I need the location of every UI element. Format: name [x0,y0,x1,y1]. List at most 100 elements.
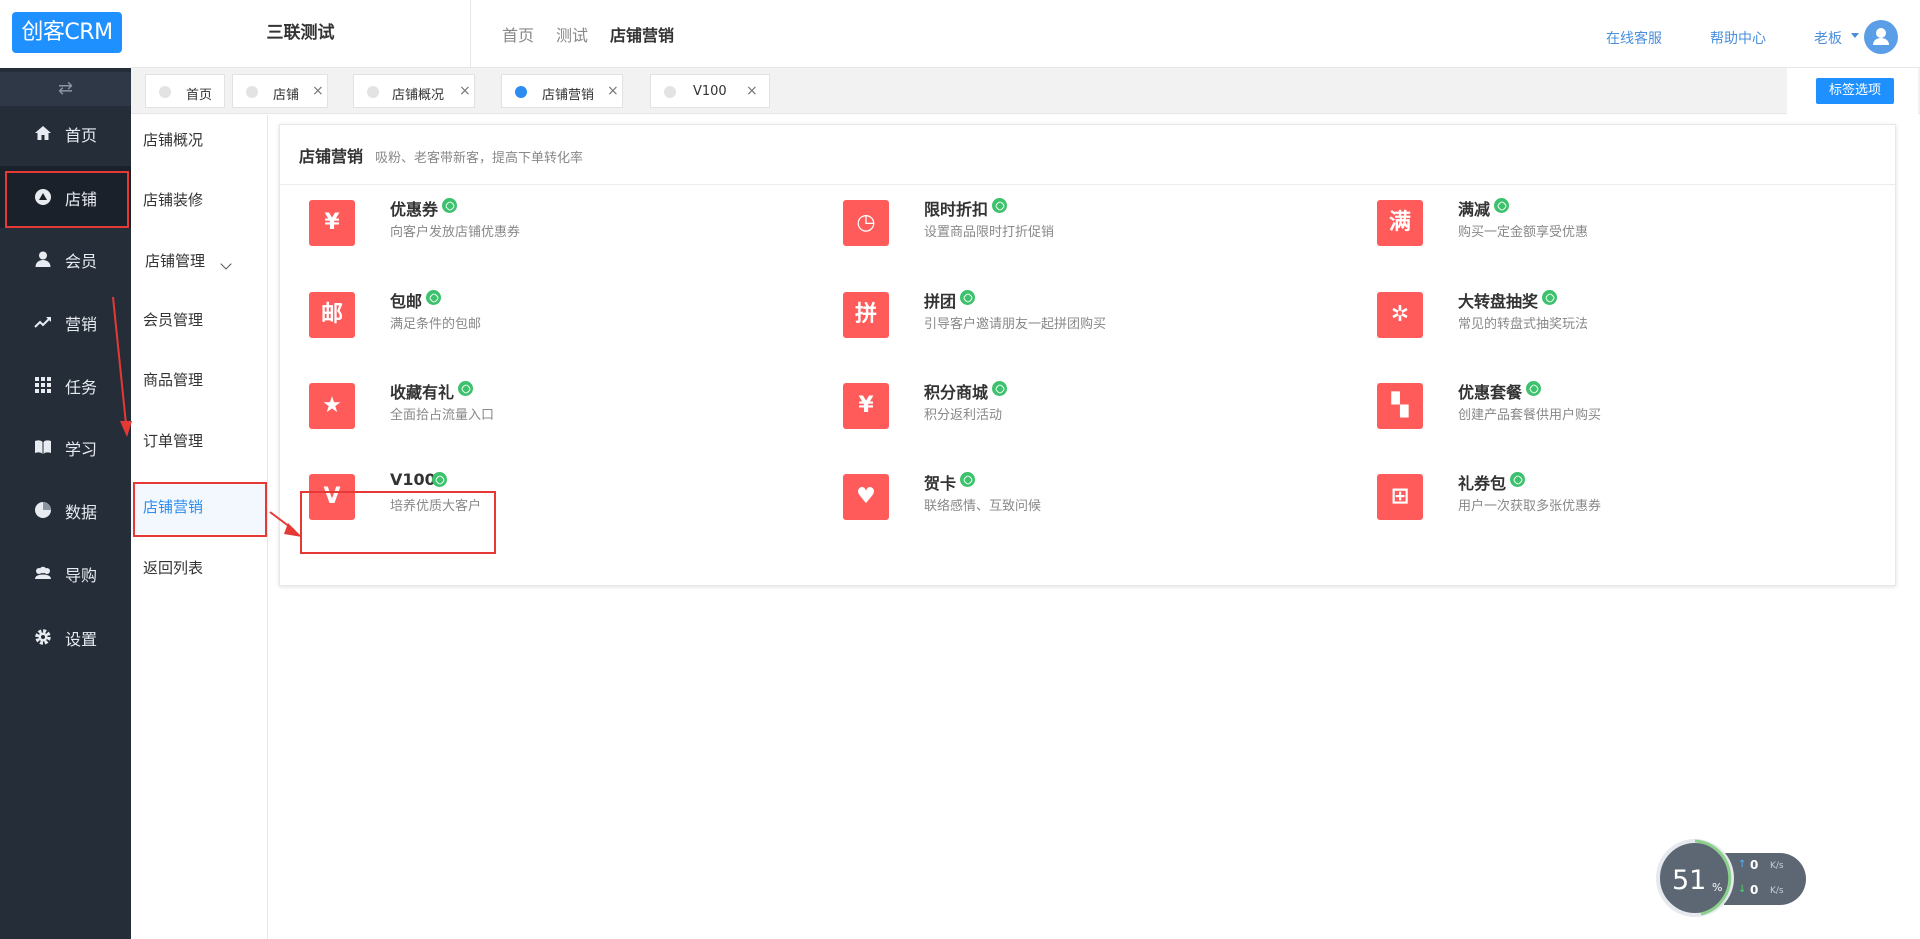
sidebar-item-home[interactable]: 首页 [0,102,131,164]
marketing-card-name[interactable]: 优惠券 [390,196,438,220]
top-header: 三联测试 首页 测试 店铺营销 在线客服 帮助中心 老板 [131,0,1920,68]
marketing-card-description: 创建产品套餐供用户购买 [1458,408,1602,423]
marketing-card-name[interactable]: 包邮 [390,288,422,312]
marketing-card[interactable]: ¥ 积分商城 积分返利活动 [843,375,1183,435]
tab-v100[interactable]: V100 × [650,74,770,108]
online-service-link[interactable]: 在线客服 [1606,28,1662,48]
sidebar-item-data[interactable]: 数据 [0,479,131,541]
greeting-card-icon[interactable]: ♥ [843,474,889,520]
points-bag-icon[interactable]: ¥ [843,383,889,429]
sidebar-item-marketing[interactable]: 营销 [0,291,131,353]
tab-store-overview[interactable]: 店铺概况 × [353,74,475,108]
close-icon[interactable]: × [459,83,471,99]
full-reduction-icon[interactable]: 满 [1377,200,1423,246]
marketing-card-name[interactable]: 贺卡 [924,470,956,494]
submenu-item-store-manage[interactable]: 店铺管理 [131,236,267,288]
sidebar-item-store[interactable]: 店铺 [0,166,131,228]
submenu-item-overview[interactable]: 店铺概况 [131,115,267,167]
link-icon[interactable] [992,381,1007,396]
coupon-icon[interactable]: ¥ [309,200,355,246]
user-name[interactable]: 老板 [1814,28,1842,48]
wheel-icon[interactable]: ✲ [1377,292,1423,338]
submenu-item-back-to-list[interactable]: 返回列表 [131,543,267,595]
tab-store[interactable]: 店铺 × [232,74,328,108]
link-icon[interactable] [960,290,975,305]
link-icon[interactable] [442,198,457,213]
marketing-card[interactable]: ♥ 贺卡联络感情、互致问候 [843,466,1183,526]
submenu-item-decoration[interactable]: 店铺装修 [131,175,267,227]
app-logo[interactable]: 创客CRM [12,12,122,53]
team-icon [35,566,51,579]
breadcrumb-test[interactable]: 测试 [556,22,588,46]
link-icon[interactable] [458,381,473,396]
submenu-item-store-marketing[interactable]: 店铺营销 [131,482,267,534]
marketing-card[interactable]: 满 满减购买一定金额享受优惠 [1377,192,1717,252]
marketing-card[interactable]: ¥ 优惠券 向客户发放店铺优惠券 [309,192,649,252]
marketing-card-name[interactable]: 收藏有礼 [390,379,454,403]
tab-options-button[interactable]: 标签选项 [1816,78,1894,104]
marketing-card-description: 培养优质大客户 [390,499,482,514]
marketing-card[interactable]: ★ 收藏有礼 全面拾占流量入口 [309,375,649,435]
sidebar-item-task[interactable]: 任务 [0,354,131,416]
link-icon[interactable] [426,290,441,305]
home-icon [35,126,51,140]
link-icon[interactable] [1494,198,1509,213]
marketing-card-name[interactable]: 礼券包 [1458,470,1506,494]
link-icon[interactable] [992,198,1007,213]
marketing-card-description: 联络感情、互致问候 [924,499,1042,514]
help-center-link[interactable]: 帮助中心 [1710,28,1766,48]
marketing-card[interactable]: ◷ 限时折扣 设置商品限时打折促销 [843,192,1183,252]
package-icon[interactable]: ▚ [1377,383,1423,429]
tab-store-marketing[interactable]: 店铺营销 × [501,74,623,108]
link-icon[interactable] [1510,472,1525,487]
submenu-label: 店铺管理 [145,252,206,270]
marketing-card[interactable]: ⊞ 礼券包 用户一次获取多张优惠券 [1377,466,1717,526]
sidebar-item-member[interactable]: 会员 [0,228,131,290]
marketing-card-description: 购买一定金额享受优惠 [1458,225,1589,240]
tab-status-dot [664,86,676,98]
marketing-card[interactable]: ▚ 优惠套餐创建产品套餐供用户购买 [1377,375,1717,435]
submenu-item-member-manage[interactable]: 会员管理 [131,295,267,347]
marketing-card-name[interactable]: 拼团 [924,288,956,312]
gift-icon[interactable]: ⊞ [1377,474,1423,520]
close-icon[interactable]: × [746,83,758,99]
marketing-card[interactable]: V V100 培养优质大客户 [309,466,649,526]
marketing-card-name[interactable]: V100 [390,470,436,489]
marketing-card-name[interactable]: 积分商城 [924,379,988,403]
marketing-card-name[interactable]: 大转盘抽奖 [1458,288,1538,312]
marketing-card[interactable]: 邮 包邮 满足条件的包邮 [309,284,649,344]
avatar[interactable] [1864,20,1898,54]
sidebar-item-label: 设置 [65,630,98,649]
close-icon[interactable]: × [607,83,619,99]
submenu-label: 商品管理 [143,371,204,389]
marketing-card[interactable]: ✲ 大转盘抽奖 常见的转盘式抽奖玩法 [1377,284,1717,344]
sidebar-item-guide[interactable]: 导购 [0,542,131,604]
star-icon[interactable]: ★ [309,383,355,429]
close-icon[interactable]: × [312,83,324,99]
marketing-card-name[interactable]: 满减 [1458,196,1490,220]
submenu-item-order-manage[interactable]: 订单管理 [131,416,267,468]
breadcrumb-home[interactable]: 首页 [502,22,534,46]
link-icon[interactable] [1526,381,1541,396]
marketing-card[interactable]: 拼 拼团 引导客户邀请朋友一起拼团购买 [843,284,1183,344]
link-icon[interactable] [960,472,975,487]
caret-down-icon[interactable] [1851,33,1859,38]
tab-home[interactable]: 首页 [145,74,225,108]
sidebar-item-label: 营销 [65,315,98,334]
sidebar-toggle-icon[interactable]: ⇄ [0,72,131,106]
marketing-card-name[interactable]: 限时折扣 [924,196,988,220]
network-speed-widget[interactable]: ↑ 0 K/s ↓ 0 K/s 51 % [1656,839,1806,921]
tab-status-dot [367,86,379,98]
submenu-item-product-manage[interactable]: 商品管理 [131,355,267,407]
clock-icon[interactable]: ◷ [843,200,889,246]
v100-icon[interactable]: V [309,474,355,520]
marketing-card-name[interactable]: 优惠套餐 [1458,379,1522,403]
link-icon[interactable] [1542,290,1557,305]
sidebar-item-settings[interactable]: 设置 [0,606,131,668]
panel-header: 店铺营销 吸粉、老客带新客，提高下单转化率 [280,125,1895,185]
link-icon[interactable] [432,472,447,487]
download-arrow-icon: ↓ [1738,884,1747,895]
free-shipping-icon[interactable]: 邮 [309,292,355,338]
sidebar-item-study[interactable]: 学习 [0,416,131,478]
group-buy-icon[interactable]: 拼 [843,292,889,338]
